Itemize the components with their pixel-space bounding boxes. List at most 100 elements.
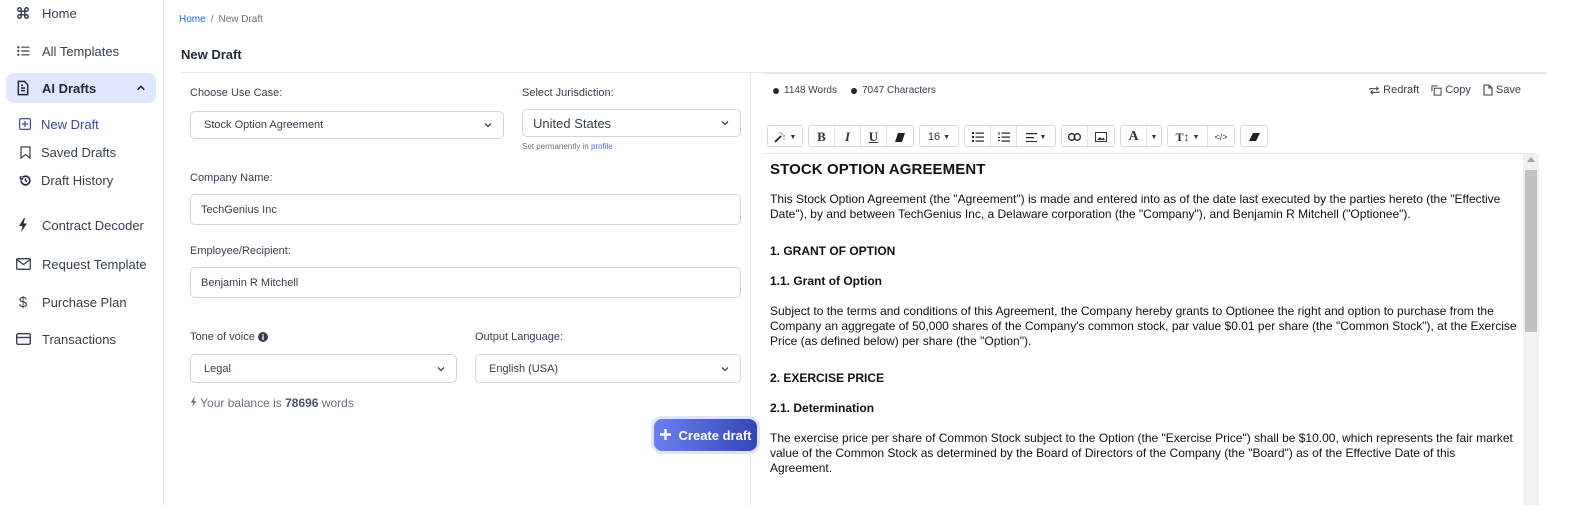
bullet-list-icon — [971, 132, 984, 142]
plus-icon — [659, 427, 671, 444]
toolbar-group-size: 16 ▼ — [919, 125, 959, 147]
document-stats: 1148 Words 7047 Characters — [773, 85, 950, 96]
line-height-select[interactable]: T↕ ▼ — [1168, 126, 1208, 148]
company-value: TechGenius Inc — [201, 203, 277, 216]
font-color-button[interactable]: A — [1121, 126, 1147, 148]
redraft-label: Redraft — [1383, 84, 1420, 96]
bullet-icon — [851, 87, 857, 94]
underline-button[interactable]: U — [861, 126, 887, 148]
numbered-list-icon — [997, 132, 1010, 142]
character-count: 7047 Characters — [851, 85, 936, 96]
sidebar-item-purchase-plan[interactable]: $ Purchase Plan — [6, 287, 156, 317]
align-select[interactable]: ▼ — [1017, 126, 1055, 148]
sidebar-item-contract-decoder[interactable]: Contract Decoder — [6, 210, 156, 240]
link-button[interactable] — [1062, 126, 1088, 148]
sidebar-subitem-label: Draft History — [41, 172, 114, 188]
main-content: Home / New Draft New Draft Choose Use Case… — [165, 0, 1585, 505]
section-heading: 2. EXERCISE PRICE — [770, 371, 885, 385]
bold-button[interactable]: B — [809, 126, 835, 148]
numbered-list-button[interactable] — [991, 126, 1017, 148]
save-button[interactable]: Save — [1483, 84, 1521, 96]
bullet-list-button[interactable] — [965, 126, 991, 148]
document-paragraph: The exercise price per share of Common S… — [770, 431, 1513, 475]
chevron-down-icon — [721, 121, 729, 126]
bolt-icon — [14, 216, 32, 234]
caret-down-icon: ▼ — [943, 133, 951, 141]
caret-down-icon: ▼ — [1192, 133, 1200, 141]
use-case-select[interactable]: Stock Option Agreement — [190, 111, 504, 139]
underline-icon: U — [868, 129, 879, 144]
sidebar-item-label: Home — [42, 5, 77, 21]
scroll-up-arrow-icon[interactable] — [1527, 157, 1535, 162]
create-draft-button[interactable]: Create draft — [654, 419, 757, 451]
code-icon: </> — [1214, 132, 1228, 142]
recipient-input[interactable]: Benjamin R Mitchell — [190, 267, 741, 298]
company-label: Company Name: — [190, 172, 273, 184]
toolbar-group-clear — [1240, 125, 1268, 147]
sidebar-subitem-draft-history[interactable]: Draft History — [18, 169, 113, 191]
toolbar-group-format: B I U — [808, 125, 914, 148]
caret-down-icon: ▼ — [1150, 133, 1158, 141]
document-paragraph: Subject to the terms and conditions of t… — [770, 304, 1517, 348]
breadcrumb-home-link[interactable]: Home — [179, 14, 206, 25]
sidebar-subitem-label: New Draft — [41, 116, 99, 132]
sidebar-subitem-saved-drafts[interactable]: Saved Drafts — [18, 141, 116, 163]
sidebar-item-home[interactable]: Home — [6, 0, 156, 28]
balance-amount: 78696 — [285, 396, 319, 410]
sidebar-item-label: All Templates — [42, 43, 120, 59]
align-icon — [1025, 132, 1037, 142]
link-icon — [1068, 133, 1081, 141]
chevron-up-icon[interactable] — [136, 81, 146, 96]
sidebar-item-ai-drafts[interactable]: AI Drafts — [6, 73, 156, 103]
copy-label: Copy — [1445, 84, 1471, 96]
tone-value: Legal — [204, 362, 231, 375]
toolbar-group-paragraph: ▼ — [964, 125, 1056, 148]
sidebar-item-label: AI Drafts — [42, 80, 97, 96]
document-scrollbar[interactable] — [1523, 154, 1539, 505]
chevron-down-icon — [721, 366, 729, 371]
image-button[interactable] — [1088, 126, 1114, 148]
sidebar-item-transactions[interactable]: Transactions — [6, 324, 156, 354]
company-input[interactable]: TechGenius Inc — [190, 194, 741, 225]
font-size-select[interactable]: 16 ▼ — [920, 126, 958, 148]
sidebar-subitem-label: Saved Drafts — [41, 144, 117, 160]
font-color-dropdown[interactable]: ▼ — [1147, 126, 1161, 148]
sidebar-item-all-templates[interactable]: All Templates — [6, 36, 156, 66]
info-icon[interactable] — [257, 332, 268, 342]
jurisdiction-label: Select Jurisdiction: — [522, 87, 614, 99]
document-content[interactable]: STOCK OPTION AGREEMENT This Stock Option… — [763, 154, 1523, 505]
sidebar-item-request-template[interactable]: Request Template — [6, 249, 156, 279]
profile-link[interactable]: profile — [591, 142, 613, 151]
breadcrumb-separator: / — [210, 14, 214, 25]
redraft-button[interactable]: Redraft — [1369, 84, 1419, 96]
balance-prefix: Your balance is — [200, 396, 282, 410]
document-icon — [14, 79, 32, 97]
language-select[interactable]: English (USA) — [475, 354, 741, 383]
magic-wand-button[interactable]: ▼ — [768, 126, 802, 148]
toolbar-group-color: A ▼ — [1120, 125, 1162, 148]
sidebar-subitem-new-draft[interactable]: New Draft — [18, 113, 99, 135]
toolbar-group-style: ▼ — [767, 125, 803, 147]
scrollbar-thumb[interactable] — [1525, 170, 1537, 332]
code-view-button[interactable]: </> — [1208, 126, 1234, 148]
chevron-down-icon — [437, 366, 445, 371]
repeat-icon — [1369, 85, 1380, 95]
use-case-value: Stock Option Agreement — [204, 119, 324, 131]
copy-icon — [1431, 84, 1442, 96]
tone-select[interactable]: Legal — [190, 354, 457, 383]
breadcrumb: Home / New Draft — [179, 14, 263, 25]
balance-suffix: words — [321, 396, 354, 410]
document-title: STOCK OPTION AGREEMENT — [770, 161, 986, 178]
jurisdiction-hint: Set permanently in profile — [522, 142, 613, 151]
use-case-label: Choose Use Case: — [190, 87, 283, 99]
font-size-value: 16 — [927, 131, 941, 143]
language-label: Output Language: — [475, 331, 564, 343]
clear-format-button[interactable] — [887, 126, 913, 148]
jurisdiction-select[interactable]: United States — [522, 109, 741, 137]
word-count: 1148 Words — [773, 85, 837, 96]
eraser-button[interactable] — [1241, 126, 1267, 148]
italic-button[interactable]: I — [835, 126, 861, 148]
copy-button[interactable]: Copy — [1431, 84, 1471, 96]
dollar-icon: $ — [18, 293, 28, 311]
bold-icon: B — [817, 129, 826, 144]
